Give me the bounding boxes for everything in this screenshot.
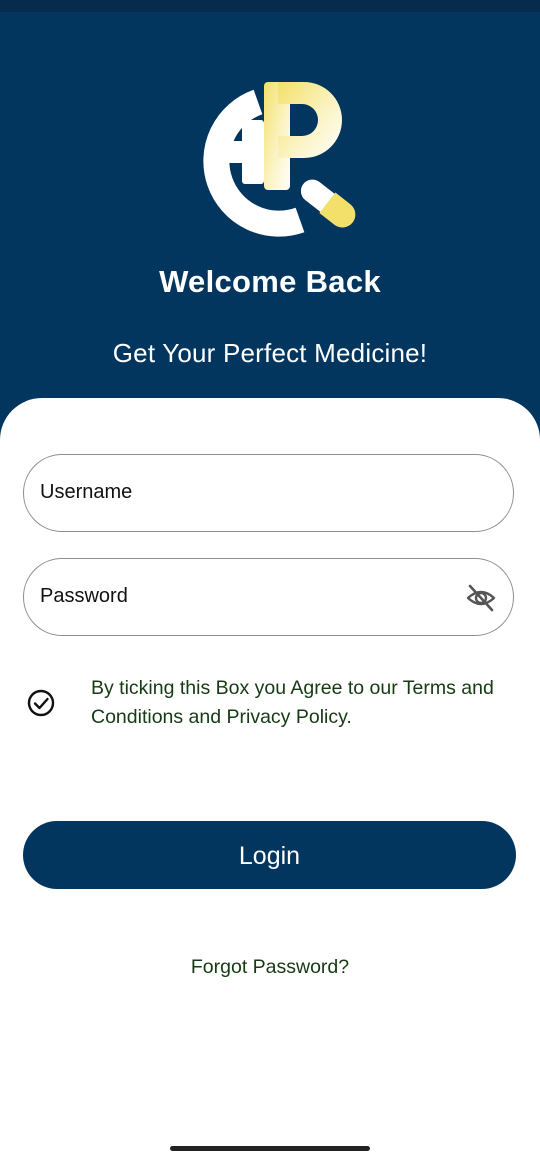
check-circle-icon[interactable] — [26, 688, 56, 718]
welcome-subtitle: Get Your Perfect Medicine! — [112, 338, 428, 368]
home-indicator[interactable] — [170, 1146, 370, 1151]
medicine-logo-icon — [203, 82, 357, 237]
username-field[interactable]: Username — [23, 454, 514, 532]
welcome-title: Welcome Back — [159, 264, 381, 299]
terms-text: By ticking this Box you Agree to our Ter… — [91, 677, 494, 728]
eye-off-icon[interactable] — [465, 583, 497, 613]
forgot-password-link[interactable]: Forgot Password? — [0, 956, 540, 979]
password-label: Password — [40, 585, 128, 607]
password-field[interactable]: Password — [23, 558, 514, 636]
username-label: Username — [40, 481, 133, 503]
login-button[interactable]: Login — [23, 821, 516, 889]
status-bar — [0, 0, 540, 12]
